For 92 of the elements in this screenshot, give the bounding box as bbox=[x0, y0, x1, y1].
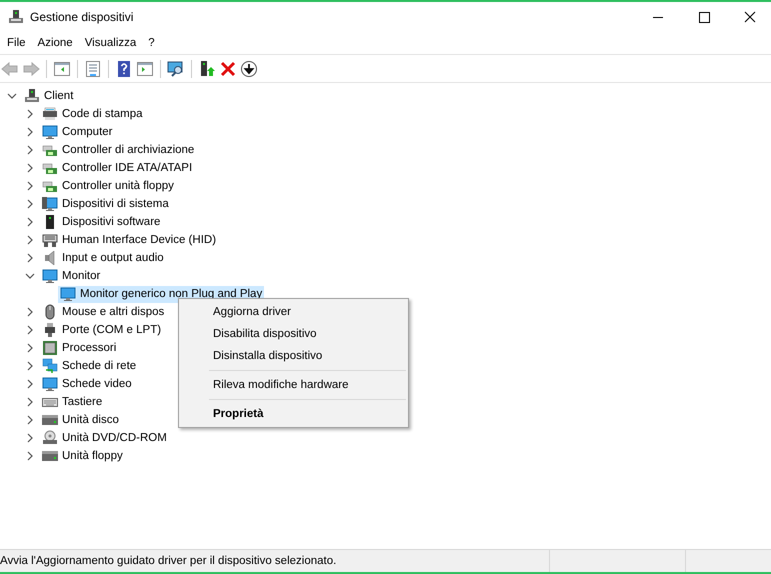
menu-item[interactable]: Visualizza bbox=[78, 37, 142, 49]
tree-item[interactable]: Controller unità floppy bbox=[40, 178, 176, 194]
tree-item[interactable]: Processori bbox=[40, 340, 118, 356]
tree-label: Processori bbox=[62, 342, 116, 354]
chevron-icon[interactable] bbox=[25, 361, 35, 371]
menu-item[interactable]: Proprietà bbox=[179, 403, 408, 425]
tree-item[interactable]: Mouse e altri dispos bbox=[40, 304, 166, 320]
tree-item[interactable]: Schede di rete bbox=[40, 358, 138, 374]
tree-item[interactable]: Tastiere bbox=[40, 394, 104, 410]
tree-label: Dispositivi software bbox=[62, 216, 160, 228]
keyboard-icon bbox=[42, 232, 58, 248]
chevron-icon[interactable] bbox=[25, 163, 35, 173]
tree-label: Tastiere bbox=[62, 396, 102, 408]
monitor-icon bbox=[42, 376, 58, 392]
tree-item[interactable]: Code di stampa bbox=[40, 106, 145, 122]
computer-update-icon[interactable] bbox=[198, 60, 216, 78]
tree-label: Porte (COM e LPT) bbox=[62, 324, 162, 336]
tree-item[interactable]: Controller di archiviazione bbox=[40, 142, 196, 158]
menu-item[interactable]: Rileva modifiche hardware bbox=[179, 374, 408, 396]
menu-item[interactable]: Aggiorna driver bbox=[179, 301, 408, 323]
panel-icon[interactable] bbox=[136, 60, 154, 78]
tree-label: Unità DVD/CD-ROM bbox=[62, 432, 167, 444]
monitor-search-icon[interactable] bbox=[167, 60, 185, 78]
tree-label: Controller di archiviazione bbox=[62, 144, 194, 156]
tree-label: Schede di rete bbox=[62, 360, 136, 372]
network-icon bbox=[42, 358, 58, 374]
menu-item[interactable]: ? bbox=[142, 37, 161, 49]
tree-item[interactable]: Dispositivi di sistema bbox=[40, 196, 171, 212]
chevron-icon[interactable] bbox=[25, 181, 35, 191]
tree-item[interactable]: Porte (COM e LPT) bbox=[40, 322, 164, 338]
chevron-icon[interactable] bbox=[25, 433, 35, 443]
drive-icon bbox=[42, 448, 58, 464]
chevron-icon[interactable] bbox=[25, 397, 35, 407]
chip-icon bbox=[42, 340, 58, 356]
chevron-icon[interactable] bbox=[25, 127, 35, 137]
tree-label: Unità disco bbox=[62, 414, 119, 426]
app-icon bbox=[8, 9, 24, 25]
tree-item[interactable]: Unità DVD/CD-ROM bbox=[40, 430, 169, 446]
tree-label: Controller unità floppy bbox=[62, 180, 174, 192]
computer-icon bbox=[42, 196, 58, 212]
chevron-icon[interactable] bbox=[25, 253, 35, 263]
plug-icon bbox=[42, 322, 58, 338]
tree-label: Computer bbox=[62, 126, 112, 138]
tree-label: Controller IDE ATA/ATAPI bbox=[62, 162, 192, 174]
tree-label: Dispositivi di sistema bbox=[62, 198, 169, 210]
computer-icon bbox=[24, 88, 40, 104]
window-title: Gestione dispositivi bbox=[30, 10, 134, 24]
tree-item[interactable]: Unità disco bbox=[40, 412, 121, 428]
chevron-icon[interactable] bbox=[25, 235, 35, 245]
chevron-icon[interactable] bbox=[25, 451, 35, 461]
chevron-icon[interactable] bbox=[25, 325, 35, 335]
tree-label: Schede video bbox=[62, 378, 132, 390]
tree-item[interactable]: Unità floppy bbox=[40, 448, 125, 464]
chevron-icon[interactable] bbox=[25, 307, 35, 317]
chevron-icon[interactable] bbox=[25, 217, 35, 227]
tree-label: Unità floppy bbox=[62, 450, 123, 462]
tree-label: Client bbox=[44, 90, 74, 102]
tree-item[interactable]: Monitor bbox=[40, 268, 102, 284]
tree-item[interactable]: Client bbox=[22, 88, 76, 104]
tree-item[interactable]: Dispositivi software bbox=[40, 214, 162, 230]
chevron-icon[interactable] bbox=[25, 415, 35, 425]
disc-drive-icon bbox=[42, 430, 58, 446]
status-text: Avvia l'Aggiornamento guidato driver per il dispositivo selezionato. bbox=[0, 555, 338, 567]
panel-icon[interactable] bbox=[53, 60, 71, 78]
chevron-icon[interactable] bbox=[25, 199, 35, 209]
tree-item[interactable]: Input e output audio bbox=[40, 250, 166, 266]
tree-label: Monitor bbox=[62, 270, 100, 282]
document-icon[interactable] bbox=[84, 60, 102, 78]
help-icon[interactable] bbox=[115, 60, 133, 78]
menu-item[interactable]: Disabilita dispositivo bbox=[179, 323, 408, 345]
chevron-icon[interactable] bbox=[25, 379, 35, 389]
chevron-icon[interactable] bbox=[25, 109, 35, 119]
tree-item[interactable]: Controller IDE ATA/ATAPI bbox=[40, 160, 194, 176]
drive-icon bbox=[42, 412, 58, 428]
tree-label: Code di stampa bbox=[62, 108, 143, 120]
printer-icon bbox=[42, 106, 58, 122]
tree-item[interactable]: Human Interface Device (HID) bbox=[40, 232, 218, 248]
tree-label: Input e output audio bbox=[62, 252, 164, 264]
tree-item[interactable]: Computer bbox=[40, 124, 114, 140]
menu-item[interactable]: Disinstalla dispositivo bbox=[179, 345, 408, 367]
chevron-icon[interactable] bbox=[25, 343, 35, 353]
chevron-icon[interactable] bbox=[7, 91, 17, 101]
tree-item[interactable]: Schede video bbox=[40, 376, 134, 392]
tree-label: Human Interface Device (HID) bbox=[62, 234, 216, 246]
chevron-icon[interactable] bbox=[25, 271, 35, 281]
tree-label: Mouse e altri dispos bbox=[62, 306, 164, 318]
monitor-icon bbox=[42, 268, 58, 284]
monitor-icon bbox=[42, 124, 58, 140]
chevron-icon[interactable] bbox=[25, 145, 35, 155]
menu-item[interactable]: Azione bbox=[32, 37, 79, 49]
monitor-icon bbox=[60, 286, 76, 302]
menu-item[interactable]: File bbox=[1, 37, 32, 49]
